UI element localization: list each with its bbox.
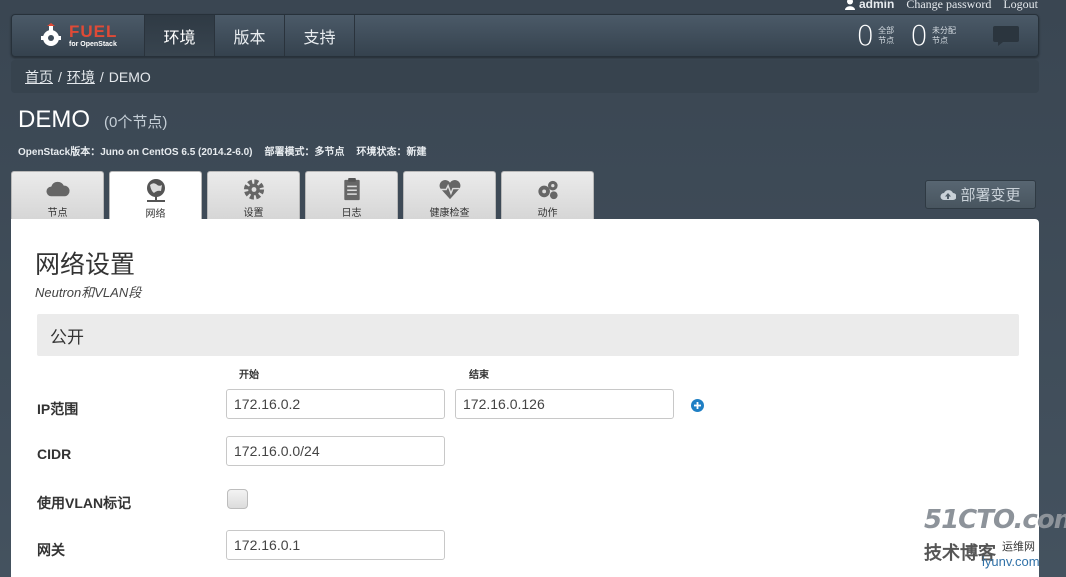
tab-settings[interactable]: 设置 (207, 171, 300, 219)
environment-node-count: (0个节点) (104, 114, 168, 131)
column-start-label: 开始 (239, 370, 259, 381)
change-password-link[interactable]: Change password (906, 0, 991, 12)
openstack-version: OpenStack版本：Juno on CentOS 6.5 (2014.2-6… (18, 147, 253, 158)
gears-icon (537, 180, 558, 200)
tab-nodes-label: 节点 (47, 208, 68, 219)
cidr-label: CIDR (37, 446, 72, 462)
top-navbar: FUEL for OpenStack 环境 版本 支持 0 全部 节点 0 未分… (11, 14, 1039, 57)
ip-range-label: IP范围 (37, 401, 79, 417)
gateway-label: 网关 (37, 542, 65, 558)
deploy-mode: 部署模式：多节点 (264, 147, 345, 158)
unallocated-nodes-count: 0 (910, 18, 928, 52)
logo-sub: for OpenStack (69, 41, 117, 48)
nav-environments[interactable]: 环境 (145, 15, 215, 56)
total-nodes-label-2: 节点 (878, 35, 895, 45)
breadcrumb-separator: / (58, 68, 62, 85)
user-bar: admin Change password Logout (844, 0, 1038, 11)
unallocated-nodes-stat: 0 未分配 节点 (910, 18, 956, 52)
vlan-tagging-label: 使用VLAN标记 (37, 495, 132, 511)
tab-logs-label: 日志 (341, 208, 362, 219)
gear-icon (243, 179, 264, 200)
unallocated-nodes-label-2: 节点 (932, 35, 948, 45)
column-end-label: 结束 (469, 370, 489, 381)
nav-support[interactable]: 支持 (285, 15, 355, 56)
logout-link[interactable]: Logout (1003, 0, 1038, 12)
fuel-logo[interactable]: FUEL for OpenStack (12, 15, 145, 56)
notifications-icon[interactable] (992, 25, 1020, 47)
tab-actions-label: 动作 (537, 208, 558, 219)
logo-word: FUEL (69, 22, 118, 41)
section-public: 公开 (37, 314, 1019, 356)
breadcrumb-separator: / (99, 68, 104, 85)
breadcrumb-home[interactable]: 首页 (25, 67, 53, 87)
environment-meta: OpenStack版本：Juno on CentOS 6.5 (2014.2-6… (18, 143, 427, 158)
clipboard-icon (343, 177, 360, 201)
cloud-icon (45, 181, 70, 197)
ip-range-start-input[interactable] (226, 389, 445, 419)
username: admin (859, 0, 895, 11)
total-nodes-label-1: 全部 (878, 25, 895, 35)
tab-settings-label: 设置 (243, 208, 264, 219)
deploy-changes-button[interactable]: 部署变更 (925, 180, 1036, 209)
tab-health-check[interactable]: 健康检查 (403, 171, 496, 219)
network-icon (146, 179, 165, 202)
tab-health-check-label: 健康检查 (429, 208, 470, 219)
fuel-logo-icon (41, 22, 61, 46)
tab-nodes[interactable]: 节点 (11, 171, 104, 219)
breadcrumb-environments[interactable]: 环境 (67, 67, 95, 87)
page-title: 网络设置 (35, 251, 136, 279)
environment-name: DEMO (18, 106, 90, 133)
cidr-input[interactable] (226, 436, 445, 466)
tab-network-label: 网络 (145, 209, 166, 220)
user-icon (845, 0, 855, 10)
environment-status: 环境状态：新建 (356, 147, 427, 158)
deploy-changes-label: 部署变更 (960, 187, 1021, 204)
gateway-input[interactable] (226, 530, 445, 560)
nav-releases[interactable]: 版本 (215, 15, 285, 56)
cloud-upload-icon (940, 190, 957, 200)
page-subtitle: Neutron和VLAN段 (35, 285, 142, 300)
heartbeat-icon (439, 180, 460, 200)
total-nodes-count: 0 (856, 18, 875, 52)
environment-tabs: 节点 网络 设置 日志 健康检查 动作 (11, 171, 594, 220)
breadcrumb: 首页 / 环境 / DEMO (11, 60, 1039, 93)
add-range-icon[interactable] (691, 399, 704, 412)
unallocated-nodes-label-1: 未分配 (932, 25, 956, 35)
tab-network[interactable]: 网络 (109, 171, 202, 220)
user-menu[interactable]: admin (844, 0, 894, 11)
tab-actions[interactable]: 动作 (501, 171, 594, 219)
vlan-tagging-checkbox[interactable] (227, 489, 248, 509)
environment-header: DEMO (0个节点) (18, 106, 167, 134)
total-nodes-stat: 0 全部 节点 (856, 18, 895, 52)
ip-range-end-input[interactable] (455, 389, 674, 419)
breadcrumb-current: DEMO (108, 68, 151, 85)
network-settings-panel: 网络设置 Neutron和VLAN段 公开 开始 结束 IP范围 CIDR 使用… (11, 219, 1039, 577)
tab-logs[interactable]: 日志 (305, 171, 398, 219)
